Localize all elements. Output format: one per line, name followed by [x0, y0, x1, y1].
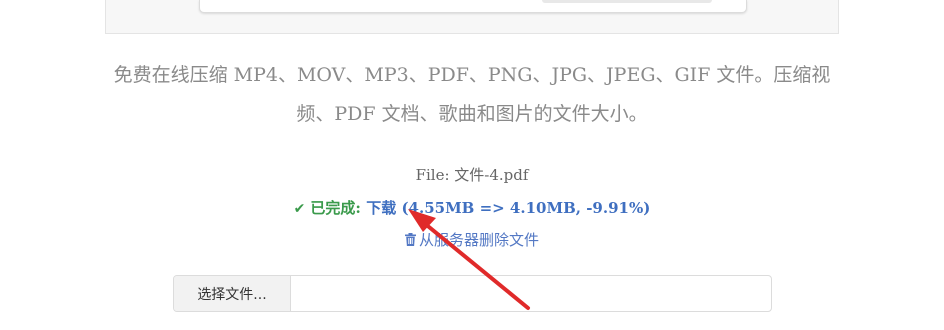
choose-file-button[interactable]: 选择文件... [174, 276, 291, 311]
delete-file-label: 从服务器删除文件 [418, 231, 539, 249]
file-name-label: File: 文件-4.pdf [415, 166, 529, 184]
check-icon: ✔ [293, 201, 306, 217]
service-description: 免费在线压缩 MP4、MOV、MP3、PDF、PNG、JPG、JPEG、GIF … [100, 56, 844, 134]
size-change-text: (4.55MB => 4.10MB, -9.91%) [401, 199, 651, 217]
delete-file-link[interactable]: 从服务器删除文件 [0, 229, 944, 250]
selected-file-display[interactable] [291, 276, 771, 311]
upload-panel [105, 0, 839, 34]
card-button[interactable] [542, 0, 712, 3]
upload-card [199, 0, 747, 13]
status-done-label: 已完成: [310, 199, 361, 217]
description-line-2: 频、PDF 文档、歌曲和图片的文件大小。 [296, 103, 648, 125]
description-line-1: 免费在线压缩 MP4、MOV、MP3、PDF、PNG、JPG、JPEG、GIF … [113, 64, 831, 86]
download-link[interactable]: 下载 [366, 199, 396, 217]
compression-status: ✔ 已完成: 下载 (4.55MB => 4.10MB, -9.91%) [0, 197, 944, 218]
trash-icon [404, 233, 416, 246]
file-input[interactable]: 选择文件... [173, 275, 772, 312]
page: 免费在线压缩 MP4、MOV、MP3、PDF、PNG、JPG、JPEG、GIF … [0, 0, 944, 330]
